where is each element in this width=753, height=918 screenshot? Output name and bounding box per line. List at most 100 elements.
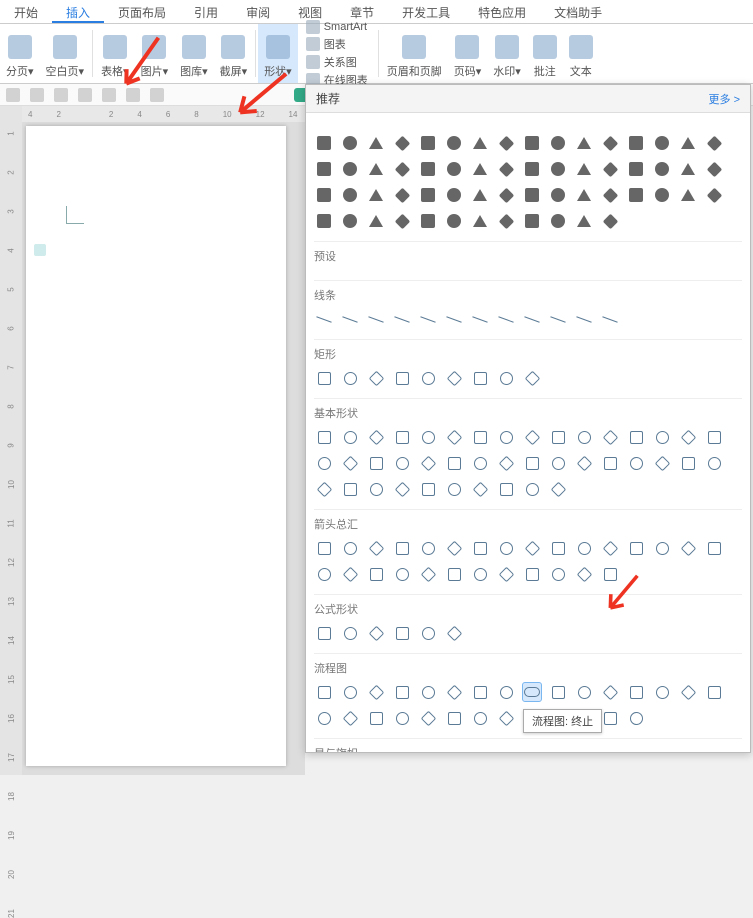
shape-item[interactable] — [496, 133, 516, 153]
shape-item[interactable] — [314, 133, 334, 153]
shape-item[interactable] — [496, 427, 516, 447]
shape-item[interactable] — [340, 453, 360, 473]
shape-item[interactable] — [366, 708, 386, 728]
ribbon-inline-SmartArt[interactable]: SmartArt — [306, 20, 367, 34]
shape-item[interactable] — [314, 682, 334, 702]
shape-item[interactable] — [522, 159, 542, 179]
qat-icon[interactable] — [54, 88, 68, 102]
shape-item[interactable] — [314, 708, 334, 728]
shape-item[interactable] — [522, 538, 542, 558]
shape-item[interactable] — [626, 427, 646, 447]
shape-item[interactable] — [470, 479, 490, 499]
shape-item[interactable] — [470, 159, 490, 179]
shape-item[interactable] — [314, 564, 334, 584]
ribbon-页码▾-button[interactable]: 页码▾ — [448, 24, 488, 83]
shape-item[interactable] — [548, 453, 568, 473]
shape-item[interactable] — [600, 682, 620, 702]
shape-item[interactable] — [418, 159, 438, 179]
shape-item[interactable] — [626, 185, 646, 205]
shape-item[interactable] — [626, 453, 646, 473]
ribbon-图片▾-button[interactable]: 图片▾ — [135, 24, 175, 83]
qat-icon[interactable] — [78, 88, 92, 102]
ribbon-inline-关系图[interactable]: 关系图 — [306, 54, 357, 70]
shape-item[interactable] — [392, 538, 412, 558]
ribbon-文本-button[interactable]: 文本 — [563, 24, 599, 83]
shape-item[interactable] — [470, 538, 490, 558]
shape-item[interactable] — [418, 538, 438, 558]
shape-item[interactable] — [522, 185, 542, 205]
shape-item[interactable] — [522, 133, 542, 153]
shape-item[interactable] — [522, 211, 542, 231]
shape-item[interactable] — [548, 479, 568, 499]
shape-item[interactable] — [470, 427, 490, 447]
shape-item[interactable] — [496, 309, 516, 329]
shape-item[interactable] — [652, 453, 672, 473]
shape-item[interactable] — [340, 623, 360, 643]
tab-审阅[interactable]: 审阅 — [232, 0, 284, 23]
shape-item[interactable] — [444, 479, 464, 499]
shape-item[interactable] — [314, 427, 334, 447]
shape-item[interactable] — [418, 368, 438, 388]
shape-item[interactable] — [704, 682, 724, 702]
shape-item[interactable] — [314, 623, 334, 643]
shape-item[interactable] — [444, 211, 464, 231]
shape-item[interactable] — [548, 185, 568, 205]
shape-item[interactable] — [392, 708, 412, 728]
shape-item[interactable] — [600, 564, 620, 584]
shape-item[interactable] — [366, 453, 386, 473]
shape-item[interactable] — [340, 159, 360, 179]
shape-item[interactable] — [548, 133, 568, 153]
shape-item[interactable] — [340, 185, 360, 205]
shape-item[interactable] — [470, 682, 490, 702]
shape-item[interactable] — [366, 368, 386, 388]
ribbon-分页▾-button[interactable]: 分页▾ — [0, 24, 40, 83]
shape-item[interactable] — [470, 708, 490, 728]
shape-item[interactable] — [522, 427, 542, 447]
shape-item[interactable] — [678, 185, 698, 205]
shape-item[interactable] — [366, 564, 386, 584]
shape-item[interactable] — [574, 159, 594, 179]
shape-item[interactable] — [496, 538, 516, 558]
shape-item[interactable] — [314, 538, 334, 558]
shape-item[interactable] — [444, 453, 464, 473]
ribbon-表格▾-button[interactable]: 表格▾ — [95, 24, 135, 83]
shape-item[interactable] — [678, 427, 698, 447]
shape-item[interactable] — [704, 185, 724, 205]
shape-item[interactable] — [548, 159, 568, 179]
qat-icon[interactable] — [102, 88, 116, 102]
qat-icon[interactable] — [30, 88, 44, 102]
shape-item[interactable] — [392, 309, 412, 329]
shape-item[interactable] — [418, 564, 438, 584]
shape-item[interactable] — [314, 309, 334, 329]
shape-item[interactable] — [418, 211, 438, 231]
shape-item[interactable] — [522, 564, 542, 584]
tab-开始[interactable]: 开始 — [0, 0, 52, 23]
shape-item[interactable] — [444, 682, 464, 702]
shape-item[interactable] — [366, 185, 386, 205]
shape-item[interactable] — [340, 309, 360, 329]
shape-item[interactable] — [418, 623, 438, 643]
shape-item[interactable] — [418, 708, 438, 728]
shape-item[interactable] — [392, 368, 412, 388]
shape-item[interactable] — [652, 427, 672, 447]
shape-item[interactable] — [366, 309, 386, 329]
shape-item[interactable] — [470, 453, 490, 473]
shape-item[interactable] — [496, 368, 516, 388]
shape-item[interactable] — [314, 368, 334, 388]
ribbon-形状▾-button[interactable]: 形状▾ — [258, 24, 298, 83]
shape-item[interactable] — [418, 309, 438, 329]
shape-item[interactable] — [678, 538, 698, 558]
shape-item[interactable] — [548, 564, 568, 584]
shape-item[interactable] — [418, 133, 438, 153]
shape-item[interactable] — [704, 133, 724, 153]
shape-item[interactable] — [444, 368, 464, 388]
shape-item[interactable] — [392, 479, 412, 499]
shape-item[interactable] — [392, 427, 412, 447]
shape-item[interactable] — [470, 564, 490, 584]
shape-item[interactable] — [548, 309, 568, 329]
shape-item[interactable] — [444, 623, 464, 643]
shape-item[interactable] — [444, 538, 464, 558]
shape-item[interactable] — [340, 479, 360, 499]
shape-item[interactable] — [444, 159, 464, 179]
shape-item[interactable] — [678, 133, 698, 153]
